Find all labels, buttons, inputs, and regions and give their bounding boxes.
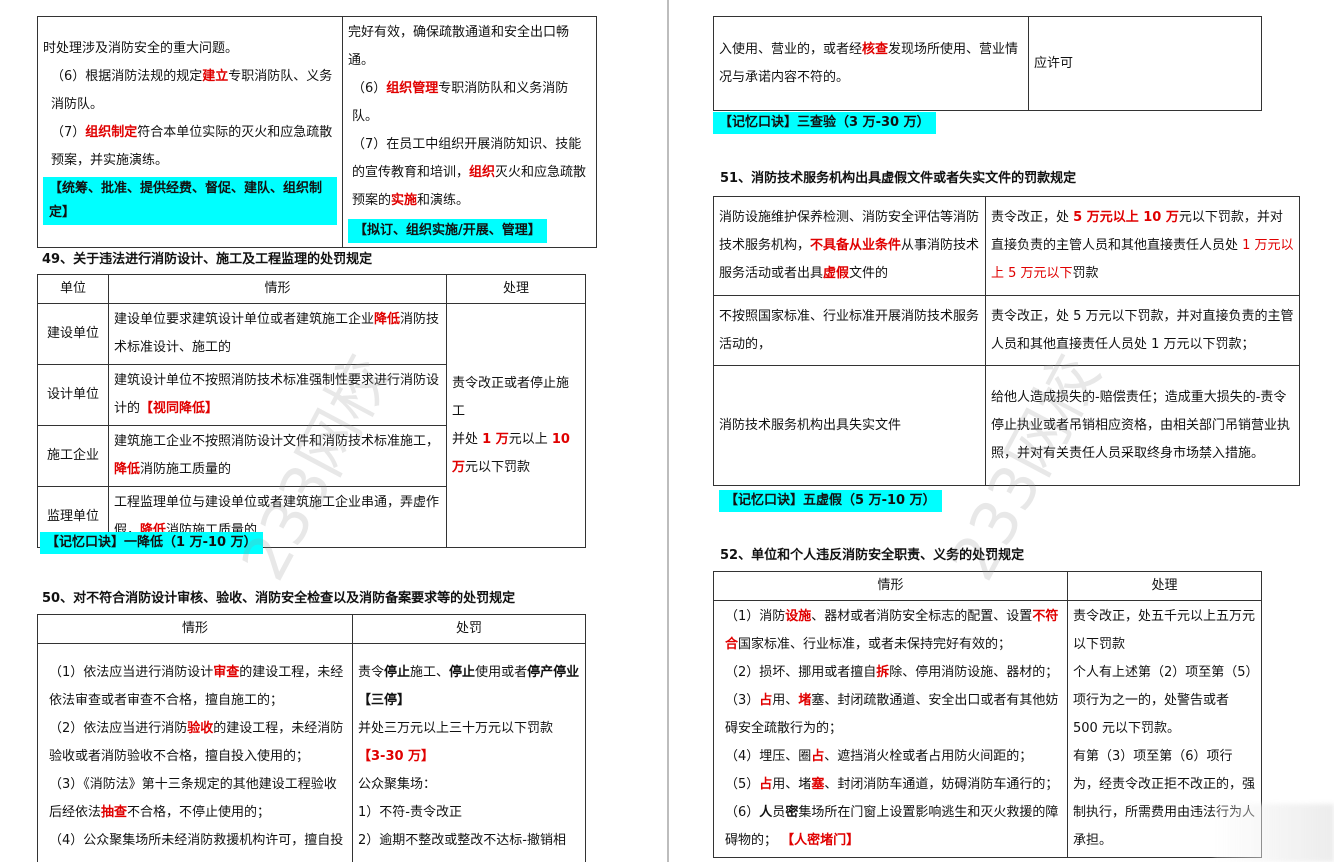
list-item: （4）公众聚集场所未经消防救援机构许可，擅自投 (49, 832, 344, 848)
responsibility-col-manager: 完好有效，确保疏散通道和安全出口畅通。 （6）组织管理专职消防队和义务消防队。 … (342, 16, 597, 248)
unit-cell: 建设单位 (37, 303, 109, 365)
section-51-table: 消防设施维护保养检测、消防安全评估等消防技术服务机构，不具备从业条件从事消防技术… (713, 196, 1300, 486)
situation-cell: 建筑施工企业不按照消防设计文件和消防技术标准施工，降低消防施工质量的 (108, 425, 447, 487)
blurred-logo (1214, 804, 1334, 862)
unit-cell: 施工企业 (37, 425, 109, 487)
situation-list: （1）消防设施、器材或者消防安全标志的配置、设置不符合国家标准、行业标准，或者未… (713, 600, 1068, 858)
header-situation: 情形 (37, 614, 353, 644)
continued-table: 入使用、营业的，或者经核查发现场所使用、营业情况与承诺内容不符的。 应许可 (713, 16, 1262, 111)
section-50-title: 50、对不符合消防设计审核、验收、消防安全检查以及消防备案要求等的处罚规定 (42, 591, 516, 606)
list-item: （2）损坏、挪用或者擅自拆除、停用消防设施、器材的； (725, 665, 1059, 680)
list-item: （3）《消防法》第十三条规定的其他建设工程验收后经依法抽查不合格，不停止使用的； (49, 776, 337, 820)
memo-51: 【记忆口诀】五虚假（5 万-10 万） (719, 490, 942, 512)
memo-highlight: 【拟订、组织实施/开展、管理】 (348, 219, 547, 243)
header-handling: 处理 (1067, 571, 1262, 601)
memo-50: 【记忆口诀】三查验（3 万-30 万） (713, 112, 936, 134)
header-unit: 单位 (37, 274, 109, 304)
case-cell: 消防设施维护保养检测、消防安全评估等消防技术服务机构，不具备从业条件从事消防技术… (713, 196, 986, 296)
responsibility-col-unit: 时处理涉及消防安全的重大问题。 （6）根据消防法规的规定建立专职消防队、义务消防… (37, 16, 343, 248)
section-49-table: 单位 情形 处理 建设单位 建设单位要求建筑设计单位或者建筑施工企业降低消防技术… (37, 274, 586, 548)
section-52-table: 情形 处理 （1）消防设施、器材或者消防安全标志的配置、设置不符合国家标准、行业… (713, 571, 1262, 858)
right-page: 入使用、营业的，或者经核查发现场所使用、营业情况与承诺内容不符的。 应许可 【记… (669, 0, 1334, 862)
section-52-title: 52、单位和个人违反消防安全职责、义务的处罚规定 (720, 548, 1025, 563)
case-cell: 消防技术服务机构出具失实文件 (713, 365, 986, 486)
continued-situation: 入使用、营业的，或者经核查发现场所使用、营业情况与承诺内容不符的。 (713, 16, 1029, 111)
list-item: （5）占用、堵塞、封闭消防车通道，妨碍消防车通行的； (725, 777, 1059, 792)
penalty-cell: 责令改正，处 5 万元以上 10 万元以下罚款，并对直接负责的主管人员和其他直接… (985, 196, 1300, 296)
resp-line: 完好有效，确保疏散通道和安全出口畅通。 (348, 25, 570, 68)
situation-list: （1）依法应当进行消防设计审查的建设工程，未经依法审查或者审查不合格，擅自施工的… (37, 643, 353, 862)
continued-penalty: 应许可 (1028, 16, 1262, 111)
situation-cell: 建设单位要求建筑设计单位或者建筑施工企业降低消防技术标准设计、施工的 (108, 303, 447, 365)
list-item: （4）埋压、圈占、遮挡消火栓或者占用防火间距的； (725, 749, 1033, 764)
header-penalty: 处罚 (352, 614, 586, 644)
penalty-cell: 给他人造成损失的-赔偿责任；造成重大损失的-责令停止执业或者吊销相应资格，由相关… (985, 365, 1300, 486)
resp-line: （7）在员工中组织开展消防知识、技能的宣传教育和培训，组织灭火和应急疏散预案的实… (352, 137, 587, 208)
section-50-table: 情形 处罚 （1）依法应当进行消防设计审查的建设工程，未经依法审查或者审查不合格… (37, 614, 586, 862)
situation-cell: 建筑设计单位不按照消防技术标准强制性要求进行消防设计的【视同降低】 (108, 364, 447, 426)
memo-highlight: 【统筹、批准、提供经费、督促、建队、组织制定】 (43, 177, 337, 225)
resp-line: 时处理涉及消防安全的重大问题。 (43, 41, 239, 56)
list-item: （1）消防设施、器材或者消防安全标志的配置、设置不符合国家标准、行业标准，或者未… (725, 609, 1059, 652)
responsibility-table: 时处理涉及消防安全的重大问题。 （6）根据消防法规的规定建立专职消防队、义务消防… (37, 16, 597, 248)
penalty-list: 责令停止施工、停止使用或者停产停业【三停】 并处三万元以上三十万元以下罚款 【3… (352, 643, 586, 862)
penalty-cell: 责令改正或者停止施工 并处 1 万元以上 10 万元以下罚款 (446, 303, 586, 548)
penalty-cell: 责令改正，处 5 万元以下罚款，并对直接负责的主管人员和其他直接责任人员处 1 … (985, 295, 1300, 366)
unit-cell: 设计单位 (37, 364, 109, 426)
list-item: （1）依法应当进行消防设计审查的建设工程，未经依法审查或者审查不合格，擅自施工的… (49, 664, 344, 708)
section-51-title: 51、消防技术服务机构出具虚假文件或者失实文件的罚款规定 (720, 171, 1077, 186)
resp-line: （7）组织制定符合本单位实际的灭火和应急疏散预案，并实施演练。 (51, 125, 333, 168)
list-item: （3）占用、堵塞、封闭疏散通道、安全出口或者有其他妨碍安全疏散行为的； (725, 693, 1059, 736)
case-cell: 不按照国家标准、行业标准开展消防技术服务活动的， (713, 295, 986, 366)
left-page: 时处理涉及消防安全的重大问题。 （6）根据消防法规的规定建立专职消防队、义务消防… (0, 0, 667, 862)
resp-line: （6）组织管理专职消防队和义务消防队。 (352, 81, 569, 124)
memo-49: 【记忆口诀】一降低（1 万-10 万） (40, 532, 263, 554)
section-49-title: 49、关于违法进行消防设计、施工及工程监理的处罚规定 (42, 252, 373, 267)
header-situation: 情形 (108, 274, 447, 304)
header-situation: 情形 (713, 571, 1068, 601)
header-handling: 处理 (446, 274, 586, 304)
list-item: （2）依法应当进行消防验收的建设工程，未经消防验收或者消防验收不合格，擅自投入使… (49, 720, 344, 764)
list-item: （6）人员密集场所在门窗上设置影响逃生和灭火救援的障碍物的； 【人密堵门】 (725, 805, 1059, 848)
resp-line: （6）根据消防法规的规定建立专职消防队、义务消防队。 (51, 69, 333, 112)
